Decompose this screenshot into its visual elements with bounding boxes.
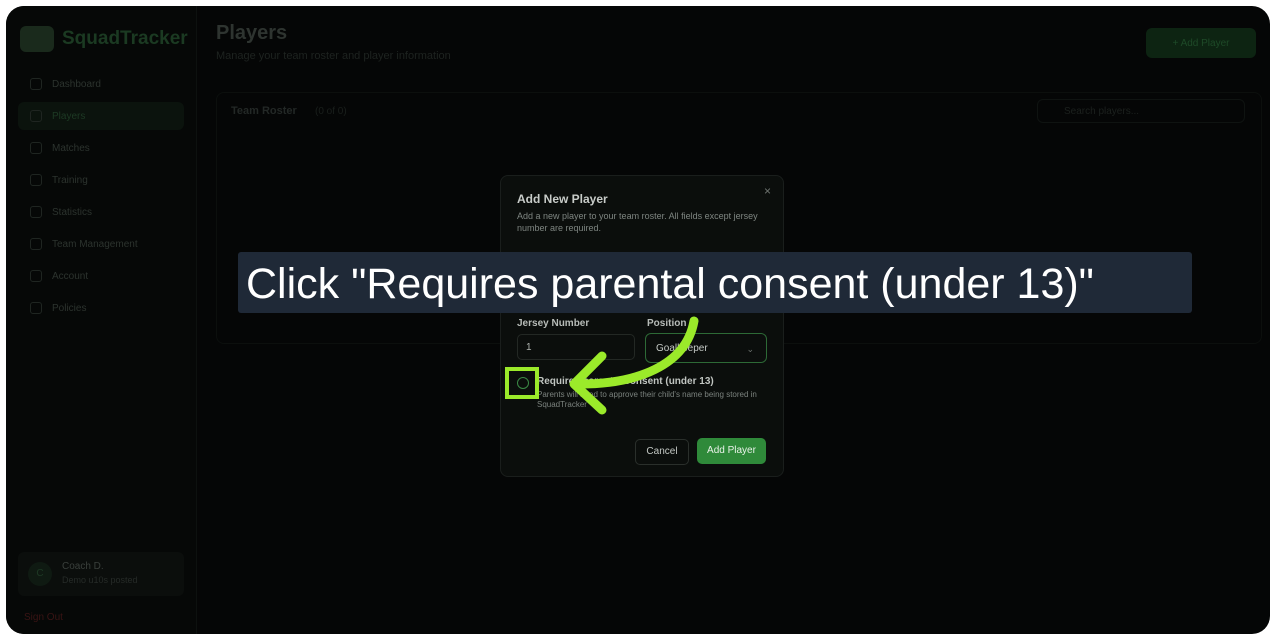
chevron-down-icon: ⌄ <box>746 344 754 354</box>
sidebar-item-label: Players <box>52 110 86 122</box>
trophy-icon <box>30 142 42 154</box>
search-input[interactable]: Search players... <box>1037 99 1245 123</box>
user-card[interactable]: C Coach D. Demo u10s posted <box>18 552 184 596</box>
app-window: SquadTracker Dashboard Players Matches T… <box>6 6 1270 634</box>
users-icon <box>30 110 42 122</box>
sidebar-item-training[interactable]: Training <box>18 166 184 194</box>
team-icon <box>30 238 42 250</box>
sidebar-item-matches[interactable]: Matches <box>18 134 184 162</box>
sidebar: SquadTracker Dashboard Players Matches T… <box>6 6 197 634</box>
add-player-submit-button[interactable]: Add Player <box>697 438 766 464</box>
brand-name: SquadTracker <box>62 28 188 49</box>
sidebar-item-account[interactable]: Account <box>18 262 184 290</box>
logo-icon <box>20 26 54 52</box>
sidebar-item-label: Policies <box>52 302 87 314</box>
position-select[interactable]: Goalkeeper ⌄ <box>645 333 767 363</box>
cancel-button[interactable]: Cancel <box>635 439 689 465</box>
dialog-title: Add New Player <box>517 192 608 206</box>
position-value: Goalkeeper <box>656 343 708 354</box>
jersey-number-field[interactable]: 1 <box>517 334 635 360</box>
sign-out-button[interactable]: Sign Out <box>24 612 63 623</box>
sidebar-item-label: Team Management <box>52 238 138 250</box>
sidebar-item-policies[interactable]: Policies <box>18 294 184 322</box>
roster-count: (0 of 0) <box>315 106 347 117</box>
instruction-banner: Click "Requires parental consent (under … <box>238 252 1192 313</box>
sidebar-item-dashboard[interactable]: Dashboard <box>18 70 184 98</box>
sidebar-item-statistics[interactable]: Statistics <box>18 198 184 226</box>
close-icon[interactable]: × <box>764 184 771 198</box>
sidebar-item-label: Dashboard <box>52 78 101 90</box>
sidebar-item-label: Statistics <box>52 206 93 218</box>
sidebar-item-players[interactable]: Players <box>18 102 184 130</box>
sidebar-item-label: Matches <box>52 142 90 154</box>
home-icon <box>30 78 42 90</box>
page-subtitle: Manage your team roster and player infor… <box>216 50 451 62</box>
avatar: C <box>28 562 52 586</box>
sidebar-item-label: Account <box>52 270 89 282</box>
document-icon <box>30 302 42 314</box>
sidebar-item-team-management[interactable]: Team Management <box>18 230 184 258</box>
dialog-description: Add a new player to your team roster. Al… <box>517 211 758 233</box>
chart-icon <box>30 206 42 218</box>
user-subtitle: Demo u10s posted <box>62 575 138 585</box>
add-player-button[interactable]: + Add Player <box>1146 28 1256 58</box>
add-player-dialog: × Add New Player Add a new player to you… <box>500 175 784 477</box>
target-highlight-box <box>505 367 539 399</box>
instruction-text: Click "Requires parental consent (under … <box>246 260 1094 308</box>
page-title: Players <box>216 22 288 44</box>
parental-consent-help: Parents will need to approve their child… <box>537 390 757 409</box>
sidebar-item-label: Training <box>52 174 88 186</box>
position-label: Position <box>647 318 687 329</box>
user-icon <box>30 270 42 282</box>
user-name: Coach D. <box>62 561 104 572</box>
jersey-number-label: Jersey Number <box>517 318 590 329</box>
roster-title: Team Roster <box>231 105 297 117</box>
training-icon <box>30 174 42 186</box>
parental-consent-label[interactable]: Requires parental consent (under 13) <box>537 376 714 387</box>
